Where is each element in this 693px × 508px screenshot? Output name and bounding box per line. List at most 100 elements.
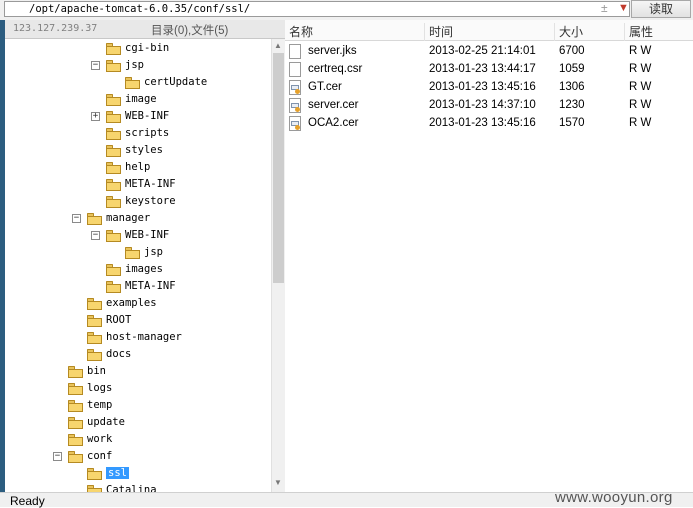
directory-tree[interactable]: cgi-bin − jsp certUpdate image + WEB-INF script… bbox=[5, 39, 271, 492]
tree-node[interactable]: − jsp bbox=[5, 58, 271, 75]
tree-node-label[interactable]: scripts bbox=[125, 127, 169, 139]
tree-node-label[interactable]: bin bbox=[87, 365, 106, 377]
tree-header-spacer bbox=[271, 20, 285, 39]
file-row[interactable]: OCA2.cer 2013-01-23 13:45:16 1570 R W bbox=[285, 115, 693, 133]
tree-node-label[interactable]: images bbox=[125, 263, 163, 275]
file-row[interactable]: certreq.csr 2013-01-23 13:44:17 1059 R W bbox=[285, 61, 693, 79]
tree-node-label[interactable]: ssl bbox=[106, 467, 129, 479]
tree-node-label[interactable]: manager bbox=[106, 212, 150, 224]
host-address: 123.127.239.37 bbox=[13, 23, 98, 34]
tree-node[interactable]: bin bbox=[5, 364, 271, 381]
column-time[interactable]: 时间 bbox=[425, 23, 555, 41]
tree-node[interactable]: keystore bbox=[5, 194, 271, 211]
certificate-icon bbox=[289, 116, 301, 131]
tree-node-label[interactable]: META-INF bbox=[125, 280, 176, 292]
file-time: 2013-01-23 13:45:16 bbox=[429, 117, 536, 129]
file-row[interactable]: GT.cer 2013-01-23 13:45:16 1306 R W bbox=[285, 79, 693, 97]
tree-node[interactable]: + WEB-INF bbox=[5, 109, 271, 126]
tree-scroll-thumb[interactable] bbox=[273, 53, 284, 283]
collapse-icon[interactable]: − bbox=[91, 231, 100, 240]
tree-node[interactable]: − manager bbox=[5, 211, 271, 228]
file-size: 1570 bbox=[559, 117, 585, 129]
chevron-down-icon[interactable]: ▼ bbox=[618, 2, 629, 14]
tree-node[interactable]: META-INF bbox=[5, 279, 271, 296]
file-time: 2013-01-23 14:37:10 bbox=[429, 99, 536, 111]
tree-node-label[interactable]: work bbox=[87, 433, 112, 445]
tree-node[interactable]: docs bbox=[5, 347, 271, 364]
tree-node[interactable]: Catalina bbox=[5, 483, 271, 492]
expand-icon[interactable]: + bbox=[91, 112, 100, 121]
column-attr[interactable]: 属性 bbox=[625, 23, 693, 41]
path-input-box[interactable]: /opt/apache-tomcat-6.0.35/conf/ssl/ ± ▼ bbox=[4, 1, 630, 17]
tree-node-label[interactable]: certUpdate bbox=[144, 76, 207, 88]
certificate-icon bbox=[289, 80, 301, 95]
file-attr: R W bbox=[629, 81, 652, 93]
tree-node[interactable]: work bbox=[5, 432, 271, 449]
tree-node[interactable]: help bbox=[5, 160, 271, 177]
scroll-down-icon[interactable]: ▼ bbox=[274, 478, 282, 487]
tree-scrollbar[interactable]: ▲ ▼ bbox=[271, 39, 285, 492]
tree-node[interactable]: ROOT bbox=[5, 313, 271, 330]
tree-node-label[interactable]: WEB-INF bbox=[125, 229, 169, 241]
status-bar: Ready www.wooyun.org bbox=[0, 489, 693, 508]
folder-icon bbox=[87, 213, 102, 225]
tree-node[interactable]: host-manager bbox=[5, 330, 271, 347]
read-button[interactable]: 读取 bbox=[631, 0, 691, 18]
tree-node-label[interactable]: keystore bbox=[125, 195, 176, 207]
path-input[interactable]: /opt/apache-tomcat-6.0.35/conf/ssl/ bbox=[29, 3, 250, 15]
tree-node-label[interactable]: Catalina bbox=[106, 484, 157, 492]
column-size[interactable]: 大小 bbox=[555, 23, 625, 41]
scroll-up-icon[interactable]: ▲ bbox=[274, 41, 282, 50]
folder-icon bbox=[106, 162, 121, 174]
path-separator-icon: ± bbox=[601, 1, 608, 15]
tree-node-label[interactable]: jsp bbox=[144, 246, 163, 258]
file-row[interactable]: server.cer 2013-01-23 14:37:10 1230 R W bbox=[285, 97, 693, 115]
tree-node-label[interactable]: ROOT bbox=[106, 314, 131, 326]
folder-icon bbox=[68, 451, 83, 463]
tree-node-label[interactable]: docs bbox=[106, 348, 131, 360]
tree-node[interactable]: examples bbox=[5, 296, 271, 313]
tree-node-label[interactable]: WEB-INF bbox=[125, 110, 169, 122]
tree-node[interactable]: image bbox=[5, 92, 271, 109]
tree-node-label[interactable]: host-manager bbox=[106, 331, 182, 343]
tree-node-label[interactable]: jsp bbox=[125, 59, 144, 71]
file-row[interactable]: server.jks 2013-02-25 21:14:01 6700 R W bbox=[285, 43, 693, 61]
tree-node-label[interactable]: styles bbox=[125, 144, 163, 156]
folder-icon bbox=[125, 77, 140, 89]
collapse-icon[interactable]: − bbox=[53, 452, 62, 461]
file-attr: R W bbox=[629, 117, 652, 129]
tree-node[interactable]: temp bbox=[5, 398, 271, 415]
file-list[interactable]: server.jks 2013-02-25 21:14:01 6700 R Wcert… bbox=[285, 41, 693, 492]
collapse-icon[interactable]: − bbox=[72, 214, 81, 223]
status-text: Ready bbox=[10, 494, 45, 508]
collapse-icon[interactable]: − bbox=[91, 61, 100, 70]
tree-node-label[interactable]: examples bbox=[106, 297, 157, 309]
tree-node-label[interactable]: image bbox=[125, 93, 157, 105]
column-name[interactable]: 名称 bbox=[285, 23, 425, 41]
tree-node[interactable]: ssl bbox=[5, 466, 271, 483]
tree-node-label[interactable]: META-INF bbox=[125, 178, 176, 190]
file-attr: R W bbox=[629, 99, 652, 111]
certificate-icon bbox=[289, 98, 301, 113]
tree-node-label[interactable]: cgi-bin bbox=[125, 42, 169, 54]
tree-node-label[interactable]: help bbox=[125, 161, 150, 173]
tree-node[interactable]: styles bbox=[5, 143, 271, 160]
folder-icon bbox=[106, 230, 121, 242]
file-time: 2013-01-23 13:44:17 bbox=[429, 63, 536, 75]
folder-icon bbox=[87, 468, 102, 480]
tree-node[interactable]: META-INF bbox=[5, 177, 271, 194]
tree-node[interactable]: logs bbox=[5, 381, 271, 398]
tree-node[interactable]: update bbox=[5, 415, 271, 432]
tree-node[interactable]: jsp bbox=[5, 245, 271, 262]
tree-node[interactable]: − WEB-INF bbox=[5, 228, 271, 245]
tree-node[interactable]: certUpdate bbox=[5, 75, 271, 92]
tree-node-label[interactable]: conf bbox=[87, 450, 112, 462]
tree-node[interactable]: − conf bbox=[5, 449, 271, 466]
tree-node-label[interactable]: update bbox=[87, 416, 125, 428]
tree-node[interactable]: scripts bbox=[5, 126, 271, 143]
tree-node[interactable]: images bbox=[5, 262, 271, 279]
tree-node-label[interactable]: logs bbox=[87, 382, 112, 394]
tree-node[interactable]: cgi-bin bbox=[5, 41, 271, 58]
file-size: 1059 bbox=[559, 63, 585, 75]
tree-node-label[interactable]: temp bbox=[87, 399, 112, 411]
